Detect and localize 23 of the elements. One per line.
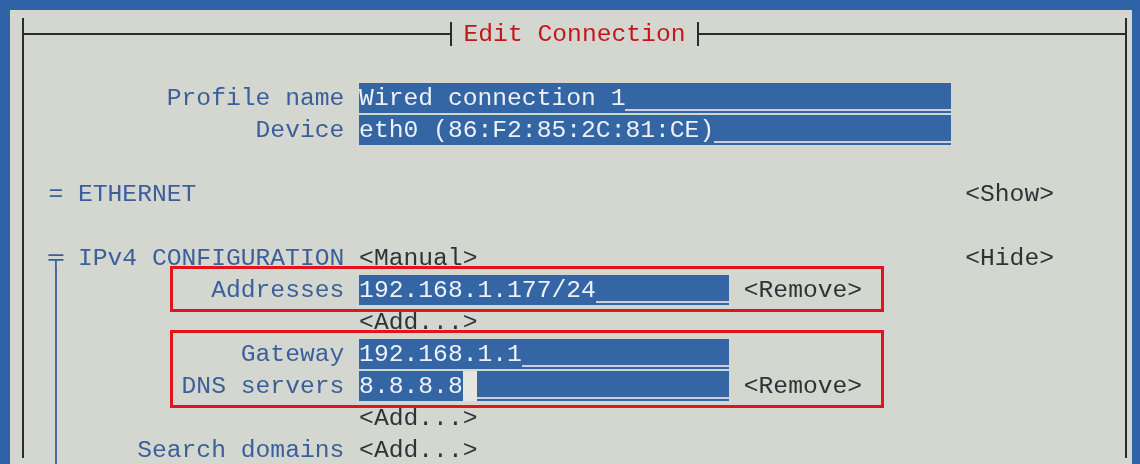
add-button[interactable]: <Add...> (359, 402, 478, 434)
dialog-title: Edit Connection (462, 19, 687, 50)
remove-button[interactable]: <Remove> (743, 370, 863, 402)
remove-button[interactable]: <Remove> (743, 274, 863, 306)
toggle-button[interactable]: <Hide> (965, 242, 1054, 274)
section-title: IPv4 CONFIGURATION (77, 244, 345, 272)
field-label: Addresses (211, 276, 345, 304)
field-label: Gateway (240, 340, 345, 368)
field-label: Profile name (166, 84, 345, 112)
input-field[interactable]: 192.168.1.1 (359, 339, 729, 369)
toggle-button[interactable]: <Show> (965, 178, 1054, 210)
field-label: Device (255, 116, 345, 144)
input-field[interactable]: 8.8.8.8 (359, 371, 729, 401)
mode-button[interactable]: <Manual> (359, 242, 478, 274)
add-button[interactable]: <Add...> (359, 306, 478, 338)
section-title: ETHERNET (77, 180, 197, 208)
section-marker: = (48, 180, 64, 208)
add-button[interactable]: <Add...> (359, 434, 478, 464)
input-field[interactable]: eth0 (86:F2:85:2C:81:CE) (359, 115, 951, 145)
field-label: DNS servers (181, 372, 345, 400)
input-field[interactable]: Wired connection 1 (359, 83, 951, 113)
input-field[interactable]: 192.168.1.177/24 (359, 275, 729, 305)
field-label: Search domains (137, 436, 345, 464)
